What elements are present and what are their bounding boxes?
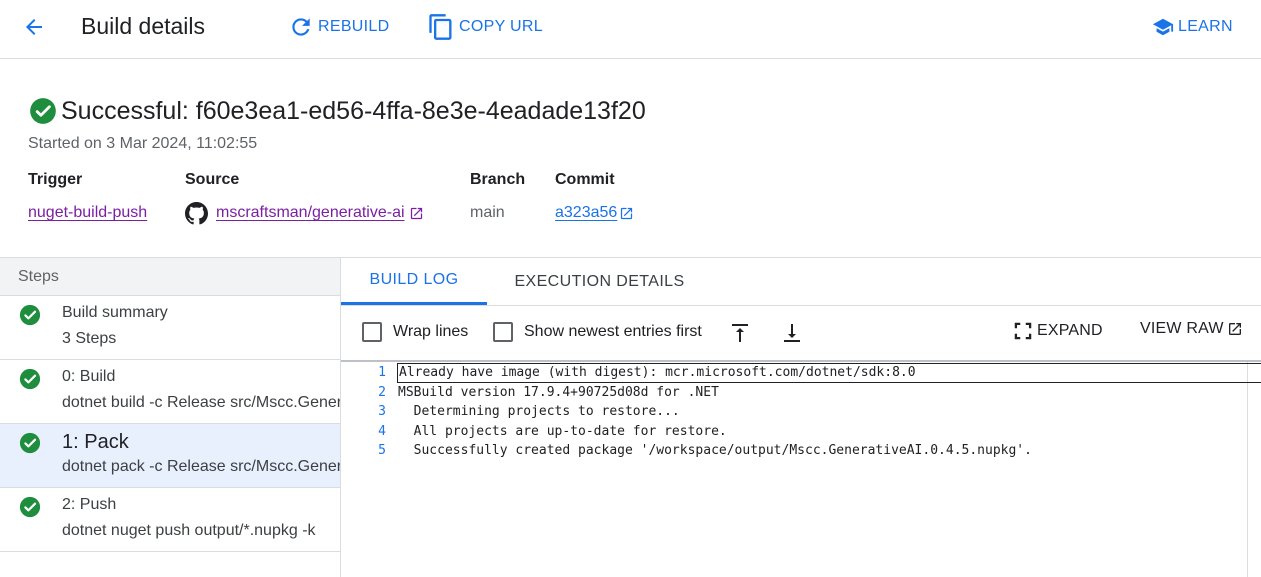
open-in-new-icon (1228, 323, 1241, 335)
open-in-new-icon[interactable] (409, 206, 424, 221)
log-line: Already have image (with digest): mcr.mi… (397, 363, 1261, 383)
line-number: 5 (378, 443, 386, 458)
log-content[interactable]: Already have image (with digest): mcr.mi… (397, 362, 1261, 577)
branch-field: Branch main (470, 171, 525, 224)
step-2-push[interactable]: 2: Push dotnet nuget push output/*.nupkg… (0, 488, 341, 552)
log-tabs: BUILD LOG EXECUTION DETAILS (341, 258, 1261, 306)
check-circle-icon (19, 368, 41, 390)
copy-icon (429, 14, 452, 40)
step-0-build[interactable]: 0: Build dotnet build -c Release src/Msc… (0, 360, 341, 424)
vertical-align-bottom-icon (784, 324, 800, 342)
build-status-title: Successful: f60e3ea1-ed56-4ffa-8e3e-4ead… (61, 97, 646, 125)
commit-link[interactable]: a323a56 (555, 204, 617, 222)
copy-url-button[interactable]: COPY URL (427, 12, 543, 42)
line-number-gutter: 1 2 3 4 5 (341, 362, 393, 577)
source-link[interactable]: mscraftsman/generative-ai (216, 204, 405, 222)
trigger-field: Trigger nuget-build-push (28, 171, 147, 224)
top-app-bar: Build details REBUILD COPY URL LEARN (0, 0, 1261, 59)
wrap-lines-label: Wrap lines (393, 323, 469, 340)
step-build-summary[interactable]: Build summary 3 Steps (0, 296, 341, 360)
tab-execution-details[interactable]: EXECUTION DETAILS (507, 258, 692, 305)
build-status-heading: Successful: f60e3ea1-ed56-4ffa-8e3e-4ead… (29, 96, 646, 126)
learn-button[interactable]: LEARN (1152, 12, 1233, 42)
expand-button[interactable]: EXPAND (1012, 320, 1103, 342)
step-title: Build summary (62, 304, 168, 321)
step-subtitle: dotnet nuget push output/*.nupkg -k (62, 522, 316, 539)
source-field: Source mscraftsman/generative-ai (185, 171, 424, 224)
branch-value: main (470, 204, 505, 221)
step-subtitle: dotnet pack -c Release src/Mscc.Generati… (62, 458, 341, 475)
newest-first-checkbox[interactable]: Show newest entries first (493, 322, 702, 342)
open-in-new-icon[interactable] (619, 206, 634, 221)
line-number: 2 (378, 384, 386, 400)
vertical-align-top-icon (732, 324, 748, 342)
log-toolbar: Wrap lines Show newest entries first EXP… (341, 306, 1261, 360)
back-button[interactable] (20, 13, 48, 41)
step-subtitle: dotnet build -c Release src/Mscc.Generat… (62, 394, 341, 411)
source-label: Source (185, 171, 240, 188)
step-title: 0: Build (62, 368, 116, 385)
github-icon (185, 201, 208, 224)
log-line: All projects are up-to-date for restore. (398, 423, 727, 439)
log-line: MSBuild version 17.9.4+90725d08d for .NE… (398, 384, 719, 400)
trigger-link[interactable]: nuget-build-push (28, 204, 147, 222)
step-1-pack[interactable]: 1: Pack dotnet pack -c Release src/Mscc.… (0, 424, 341, 488)
scroll-to-bottom-button[interactable] (778, 319, 806, 347)
log-panel: BUILD LOG EXECUTION DETAILS Wrap lines S… (340, 257, 1261, 577)
trigger-label: Trigger (28, 171, 83, 188)
scroll-to-top-button[interactable] (726, 319, 754, 347)
steps-header: Steps (0, 258, 341, 296)
log-line: Successfully created package '/workspace… (398, 443, 1032, 458)
step-title: 1: Pack (62, 431, 129, 453)
wrap-lines-checkbox[interactable]: Wrap lines (362, 322, 468, 342)
checkbox-box[interactable] (493, 322, 513, 342)
check-circle-icon (30, 98, 56, 124)
fullscreen-icon (1014, 322, 1032, 340)
log-line: Determining projects to restore... (398, 404, 680, 419)
copy-url-label: COPY URL (459, 18, 543, 35)
rebuild-label: REBUILD (318, 18, 390, 35)
checkbox-box[interactable] (362, 322, 382, 342)
step-subtitle: 3 Steps (62, 330, 117, 347)
page-title: Build details (81, 13, 206, 39)
commit-label: Commit (555, 171, 615, 188)
tab-build-log[interactable]: BUILD LOG (341, 258, 487, 305)
log-viewer[interactable]: 1 2 3 4 5 Already have image (with diges… (341, 360, 1261, 577)
check-circle-icon (19, 496, 41, 518)
line-number: 4 (378, 423, 386, 439)
check-circle-icon (19, 432, 41, 454)
view-raw-label: VIEW RAW (1140, 320, 1224, 337)
branch-label: Branch (470, 171, 526, 188)
rebuild-button[interactable]: REBUILD (288, 12, 389, 42)
refresh-icon (292, 18, 310, 36)
newest-first-label: Show newest entries first (524, 323, 702, 340)
view-raw-button[interactable]: VIEW RAW (1140, 320, 1243, 338)
expand-label: EXPAND (1037, 322, 1103, 339)
learn-label: LEARN (1178, 18, 1233, 35)
school-icon (1152, 18, 1174, 36)
build-start-time: Started on 3 Mar 2024, 11:02:55 (28, 135, 258, 152)
steps-panel: Steps Build summary 3 Steps 0: Build dot… (0, 257, 341, 577)
arrow-back-icon (26, 19, 42, 35)
commit-field: Commit a323a56 (555, 171, 634, 224)
line-number: 1 (378, 365, 386, 380)
step-title: 2: Push (62, 496, 117, 513)
line-number: 3 (378, 404, 386, 419)
check-circle-icon (19, 304, 41, 326)
